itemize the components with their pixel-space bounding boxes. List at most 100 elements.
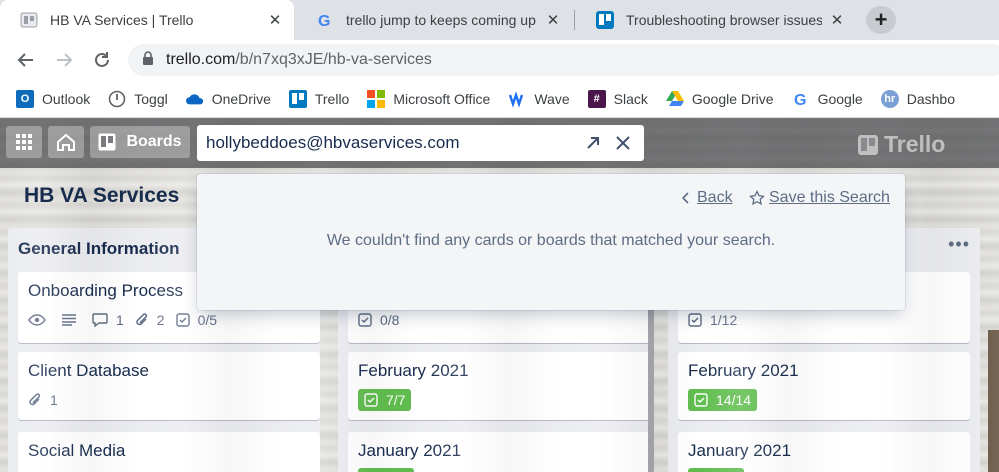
bookmark-trello[interactable]: Trello — [288, 89, 350, 108]
slack-icon: # — [587, 89, 606, 108]
background-photo-edge — [988, 330, 999, 472]
close-tab-icon[interactable]: ✕ — [266, 11, 284, 29]
back-link[interactable]: Back — [681, 189, 733, 207]
boards-button[interactable]: Boards — [90, 126, 190, 158]
search-results-popover: Back Save this Search We couldn't find a… — [197, 174, 905, 310]
paperclip-icon — [28, 392, 46, 408]
browser-tab-google-search[interactable]: G trello jump to keeps coming up - G ✕ — [296, 0, 572, 40]
checklist-badge: 0/8 — [358, 312, 399, 328]
comments-badge: 1 — [92, 312, 124, 328]
search-input[interactable] — [206, 133, 566, 153]
star-icon — [749, 190, 765, 206]
checklist-badge: 1/12 — [688, 312, 737, 328]
checklist-icon — [358, 313, 376, 327]
bookmark-label: Google Drive — [691, 90, 774, 107]
open-search-arrow-icon[interactable] — [583, 133, 603, 153]
card-social-media[interactable]: Social Media — [18, 432, 320, 472]
list-menu-ellipsis-icon[interactable]: ••• — [948, 234, 970, 255]
card-title: January 2021 — [358, 441, 462, 460]
bookmark-label: Google — [817, 90, 863, 107]
attachments-badge: 2 — [135, 312, 165, 328]
checklist-count: 7/7 — [386, 392, 406, 408]
card-january-2021[interactable]: January 2021 — [348, 432, 650, 472]
lock-icon[interactable] — [142, 50, 154, 70]
onedrive-icon — [185, 90, 204, 108]
bookmark-outlook[interactable]: O Outlook — [16, 89, 91, 108]
chevron-left-icon — [681, 192, 689, 204]
card-client-database[interactable]: Client Database 1 — [18, 352, 320, 420]
bookmark-microsoft-office[interactable]: Microsoft Office — [367, 89, 490, 108]
bookmarks-bar: O Outlook Toggl OneDrive Trello Microsof… — [0, 80, 999, 118]
google-drive-icon — [665, 90, 684, 108]
trello-logo[interactable]: Trello — [858, 131, 945, 158]
svg-text:G: G — [794, 92, 806, 108]
card-february-2021[interactable]: February 2021 7/7 — [348, 352, 650, 420]
reload-icon[interactable] — [88, 46, 116, 74]
attachment-count: 1 — [50, 392, 58, 408]
board-search-box[interactable] — [197, 125, 644, 161]
boards-icon — [98, 133, 116, 151]
bookmark-label: OneDrive — [211, 90, 271, 107]
card-title: Social Media — [28, 441, 126, 460]
boards-label: Boards — [126, 133, 182, 150]
tab-separator — [574, 10, 575, 30]
card-badges: 1 — [28, 392, 69, 408]
save-search-label: Save this Search — [769, 189, 890, 206]
bookmark-label: Trello — [314, 90, 350, 107]
back-arrow-icon[interactable] — [12, 46, 40, 74]
trello-icon — [288, 89, 307, 108]
comment-icon — [92, 313, 112, 327]
close-tab-icon[interactable]: ✕ — [828, 11, 846, 29]
bookmark-google[interactable]: G Google — [792, 90, 863, 108]
bookmark-slack[interactable]: # Slack — [587, 89, 648, 108]
board-title[interactable]: HB VA Services — [16, 180, 187, 212]
checklist-count: 1/12 — [710, 312, 738, 328]
bookmark-label: Outlook — [42, 90, 91, 107]
card-badges: 0/8 — [358, 312, 410, 328]
checklist-icon — [175, 313, 194, 327]
card-title: January 2021 — [688, 441, 792, 460]
trello-header: Boards Trello — [0, 118, 999, 168]
bookmark-wave[interactable]: Wave — [508, 90, 570, 108]
checklist-complete-badge: 14/14 — [688, 389, 758, 411]
close-tab-icon[interactable]: ✕ — [544, 11, 562, 29]
paperclip-icon — [135, 312, 153, 328]
save-search-link[interactable]: Save this Search — [749, 189, 890, 207]
new-tab-plus-icon[interactable]: + — [866, 6, 896, 34]
bookmark-label: Dashbo — [906, 90, 955, 107]
checklist-count: 0/5 — [197, 312, 218, 328]
list-title[interactable]: General Information — [18, 239, 180, 259]
bookmark-dashboard[interactable]: hr Dashbo — [880, 89, 955, 108]
bookmark-toggl[interactable]: Toggl — [108, 90, 168, 108]
checklist-complete-badge — [358, 468, 414, 472]
trello-logo-icon — [858, 134, 878, 155]
forward-arrow-icon[interactable] — [50, 46, 78, 74]
bookmark-onedrive[interactable]: OneDrive — [185, 90, 271, 108]
comment-count: 1 — [116, 312, 124, 328]
card-badges: 14/14 — [688, 389, 768, 411]
trello-favicon-icon — [596, 11, 614, 29]
watching-eye-icon — [28, 314, 50, 326]
clear-search-close-icon[interactable] — [613, 133, 633, 153]
trello-favicon-icon — [20, 11, 38, 29]
checklist-complete-badge: 7/7 — [358, 389, 412, 411]
address-bar[interactable]: trello.com/b/n7xq3xJE/hb-va-services — [128, 44, 999, 76]
card-badges: 1/12 — [688, 312, 748, 328]
card-january-2021[interactable]: January 2021 — [678, 432, 970, 472]
dashboard-icon: hr — [880, 89, 899, 108]
apps-grid-icon[interactable] — [6, 126, 42, 158]
browser-tab-trello[interactable]: HB VA Services | Trello ✕ — [0, 0, 294, 40]
description-icon — [61, 314, 81, 326]
home-icon[interactable] — [48, 126, 84, 158]
checklist-icon — [694, 393, 712, 407]
outlook-icon: O — [16, 89, 34, 108]
browser-tab-troubleshooting[interactable]: Troubleshooting browser issues ✕ — [576, 0, 856, 40]
tab-title: Troubleshooting browser issues — [626, 12, 822, 28]
card-title: Onboarding Process — [28, 281, 183, 300]
card-february-2021[interactable]: February 2021 14/14 — [678, 352, 970, 420]
card-badges: 1 2 0/5 — [28, 312, 228, 328]
tab-title: HB VA Services | Trello — [50, 12, 194, 28]
bookmark-google-drive[interactable]: Google Drive — [665, 90, 774, 108]
card-badges: 7/7 — [358, 389, 422, 411]
bookmark-label: Wave — [534, 90, 570, 107]
